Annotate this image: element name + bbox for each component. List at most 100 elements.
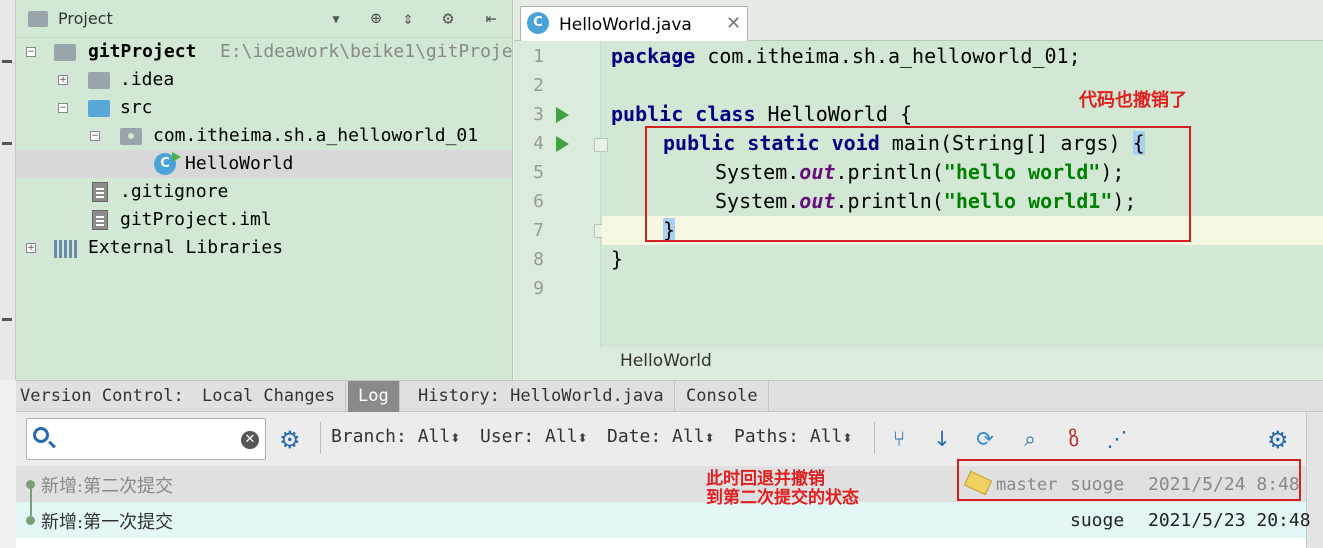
library-icon xyxy=(54,240,78,258)
annotation-line: 到第二次提交的状态 xyxy=(706,488,859,508)
date-filter[interactable]: Date: All⬍ xyxy=(607,426,715,449)
tab-log[interactable]: Log xyxy=(348,381,400,412)
paths-filter[interactable]: Paths: All⬍ xyxy=(734,426,852,449)
commit-message: 新增:第一次提交 xyxy=(41,512,174,533)
tree-item-idea[interactable]: + .idea xyxy=(16,66,512,94)
commit-author: suoge xyxy=(1070,510,1125,531)
toolbar-separator xyxy=(320,422,321,454)
tree-item-gitignore[interactable]: .gitignore xyxy=(16,178,512,206)
log-toolbar: ✕ ⚙ Branch: All⬍ User: All⬍ Date: All⬍ P… xyxy=(16,412,1306,466)
module-file-icon xyxy=(92,210,108,230)
tree-item-package[interactable]: − com.itheima.sh.a_helloworld_01 xyxy=(16,122,512,150)
module-folder-icon xyxy=(54,44,76,61)
find-icon[interactable]: ⌕ xyxy=(1017,426,1043,452)
tree-label: com.itheima.sh.a_helloworld_01 xyxy=(153,125,479,146)
version-control-label: Version Control: xyxy=(20,386,184,406)
tab-label: HelloWorld.java xyxy=(559,15,692,35)
code-line-1: package com.itheima.sh.a_helloworld_01; xyxy=(611,44,1081,68)
tree-item-helloworld[interactable]: C HelloWorld xyxy=(16,150,512,178)
editor-tab-bar: C HelloWorld.java ✕ xyxy=(514,0,1323,41)
annotation-note: 此时回退并撤销 到第二次提交的状态 xyxy=(706,470,859,508)
java-class-icon: C xyxy=(527,12,549,34)
tree-label: gitProject.iml xyxy=(120,209,272,230)
tree-item-iml[interactable]: gitProject.iml xyxy=(16,206,512,234)
collapse-toggle-icon[interactable]: − xyxy=(90,131,100,141)
close-icon[interactable]: ✕ xyxy=(726,13,741,34)
tab-history[interactable]: History: HelloWorld.java xyxy=(408,381,675,412)
tree-item-gitproject[interactable]: − gitProject E:\ideawork\beike1\gitProje xyxy=(16,38,513,66)
search-input[interactable]: ✕ xyxy=(26,418,266,460)
module-path: E:\ideawork\beike1\gitProje xyxy=(220,41,513,62)
line-number: 2 xyxy=(533,75,544,96)
strip-marker xyxy=(2,142,12,145)
breadcrumb-item[interactable]: HelloWorld xyxy=(620,351,712,371)
highlight-box xyxy=(957,459,1301,501)
tab-local-changes[interactable]: Local Changes xyxy=(192,381,347,412)
commit-node xyxy=(26,480,35,489)
log-settings-gear-icon[interactable]: ⚙ xyxy=(1267,428,1289,452)
tree-label: HelloWorld xyxy=(185,153,294,174)
editor-gutter: 1 2 3 4 5 6 7 8 9 xyxy=(514,41,608,347)
version-control-tab-bar: Version Control: Local Changes Log Histo… xyxy=(16,380,1323,412)
annotation-note: 代码也撤销了 xyxy=(1079,90,1187,111)
expand-toggle-icon[interactable]: + xyxy=(26,243,36,253)
breadcrumb: HelloWorld xyxy=(514,347,1323,380)
expand-toggle-icon[interactable]: + xyxy=(58,75,68,85)
project-title[interactable]: Project xyxy=(58,9,113,28)
commit-row[interactable]: 新增:第一次提交 suoge 2021/5/23 20:48 xyxy=(16,502,1311,538)
toolbar-separator xyxy=(874,422,875,454)
collapse-toggle-icon[interactable]: − xyxy=(26,47,36,57)
tree-label: External Libraries xyxy=(88,237,284,258)
collapse-toggle-icon[interactable]: − xyxy=(58,103,68,113)
dropdown-arrow-icon[interactable]: ▼ xyxy=(326,9,346,29)
cherry-pick-icon[interactable]: ზ xyxy=(1061,426,1087,452)
graph-icon[interactable]: ⑂ xyxy=(886,426,912,452)
tree-label: src xyxy=(120,97,153,118)
annotation-line: 此时回退并撤销 xyxy=(706,469,825,489)
line-number: 4 xyxy=(533,133,544,154)
collapse-all-icon[interactable]: ⇕ xyxy=(398,9,418,29)
line-number: 7 xyxy=(533,220,544,241)
strip-marker xyxy=(2,60,12,63)
tree-label: gitProject xyxy=(88,41,197,62)
line-number: 6 xyxy=(533,191,544,212)
commit-message: 新增:第二次提交 xyxy=(41,476,174,497)
source-folder-icon xyxy=(88,100,110,117)
line-number: 5 xyxy=(533,162,544,183)
text-file-icon xyxy=(92,182,108,202)
tree-label: .idea xyxy=(120,69,175,90)
line-number: 1 xyxy=(533,46,544,67)
graph-edge xyxy=(30,502,32,516)
refresh-icon[interactable]: ⟳ xyxy=(972,426,998,452)
project-view-icon xyxy=(28,11,48,27)
package-icon xyxy=(120,128,142,145)
code-line-3: public class HelloWorld { xyxy=(611,102,913,126)
line-number: 9 xyxy=(533,278,544,299)
left-tool-strip xyxy=(0,0,16,380)
expand-graph-icon[interactable]: ⋰ xyxy=(1104,426,1130,452)
settings-gear-icon[interactable]: ⚙ xyxy=(438,9,458,29)
branch-filter[interactable]: Branch: All⬍ xyxy=(331,426,460,449)
tab-console[interactable]: Console xyxy=(676,381,769,412)
commit-node xyxy=(26,516,35,525)
go-to-head-icon[interactable]: ↓ xyxy=(929,426,955,452)
run-class-icon[interactable] xyxy=(556,107,569,123)
line-number: 8 xyxy=(533,249,544,270)
tree-item-src[interactable]: − src xyxy=(16,94,512,122)
folder-icon xyxy=(88,72,110,89)
tree-item-external-libraries[interactable]: + External Libraries xyxy=(16,234,512,262)
runnable-marker-icon xyxy=(172,152,181,162)
run-main-icon[interactable] xyxy=(556,136,569,152)
code-line-8: } xyxy=(611,247,624,271)
commit-date: 2021/5/23 20:48 xyxy=(1148,510,1311,531)
search-options-gear-icon[interactable]: ⚙ xyxy=(279,428,301,452)
hide-panel-icon[interactable]: ⇤ xyxy=(481,9,501,29)
locate-icon[interactable]: ⊕ xyxy=(366,9,386,29)
tree-label: .gitignore xyxy=(120,181,229,202)
line-number: 3 xyxy=(533,104,544,125)
editor-tab-helloworld[interactable]: C HelloWorld.java ✕ xyxy=(520,6,748,41)
highlight-box xyxy=(645,126,1191,242)
search-icon xyxy=(33,427,49,443)
clear-icon[interactable]: ✕ xyxy=(241,431,259,449)
user-filter[interactable]: User: All⬍ xyxy=(480,426,588,449)
